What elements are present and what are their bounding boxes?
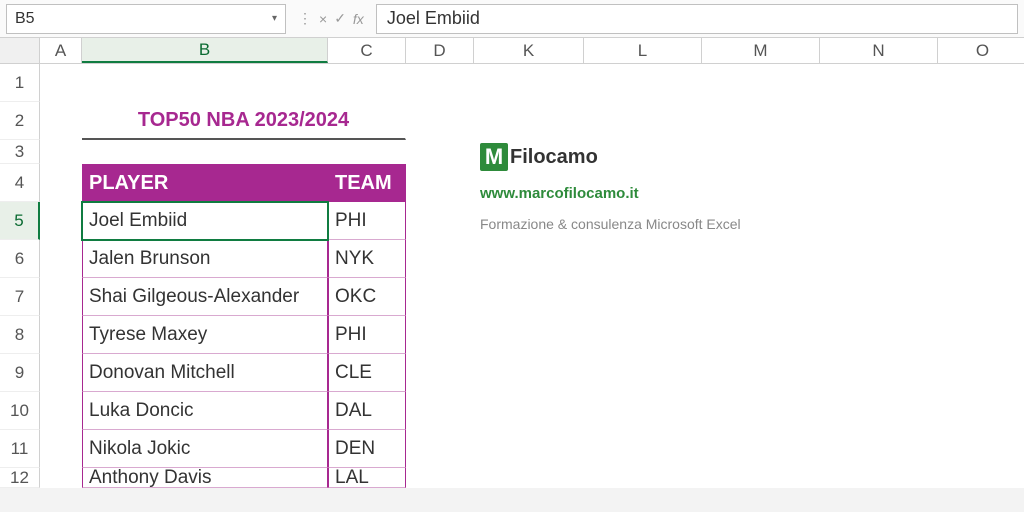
formula-bar: B5 ▾ ⋮ × ✓ fx Joel Embiid [0,0,1024,38]
title-cell[interactable]: TOP50 NBA 2023/2024 [82,102,406,140]
column-header[interactable]: A [40,38,82,63]
player-cell[interactable]: Nikola Jokic [82,430,328,468]
row-header[interactable]: 10 [0,392,40,430]
row-header[interactable]: 2 [0,102,40,140]
table-row: Luka DoncicDAL [40,392,1024,430]
team-cell[interactable]: DEN [328,430,406,468]
player-cell[interactable]: Tyrese Maxey [82,316,328,354]
team-cell[interactable]: PHI [328,202,406,240]
column-header[interactable]: C [328,38,406,63]
row-header[interactable]: 8 [0,316,40,354]
table-row: Tyrese MaxeyPHI [40,316,1024,354]
formula-controls: ⋮ × ✓ fx [290,10,372,27]
cell[interactable] [40,140,82,164]
cell-reference: B5 [15,10,35,28]
logo-text: Filocamo [510,146,598,169]
column-header[interactable]: N [820,38,938,63]
column-header[interactable]: K [474,38,584,63]
fx-icon[interactable]: fx [351,11,366,27]
team-cell[interactable]: NYK [328,240,406,278]
player-cell[interactable]: Luka Doncic [82,392,328,430]
cell[interactable] [40,278,82,316]
team-cell[interactable]: OKC [328,278,406,316]
row-header[interactable]: 6 [0,240,40,278]
table-header-team[interactable]: TEAM [328,164,406,202]
row-header[interactable]: 4 [0,164,40,202]
column-header[interactable]: B [82,38,328,63]
row-header[interactable]: 11 [0,430,40,468]
formula-value: Joel Embiid [387,8,480,29]
table-row: Anthony DavisLAL [40,468,1024,488]
table-row: Donovan MitchellCLE [40,354,1024,392]
cell[interactable] [40,354,82,392]
player-cell[interactable]: Shai Gilgeous-Alexander [82,278,328,316]
name-box[interactable]: B5 ▾ [6,4,286,34]
cell[interactable] [40,164,82,202]
cell[interactable] [40,64,82,102]
row-header[interactable]: 1 [0,64,40,102]
row-header[interactable]: 5 [0,202,40,240]
grid-area: ABCDKLMNO TOP50 NBA 2023/2024 PLAYER [40,38,1024,488]
column-header[interactable]: D [406,38,474,63]
row-headers: 123456789101112 [0,38,40,488]
player-cell[interactable]: Anthony Davis [82,468,328,488]
row-header[interactable]: 12 [0,468,40,488]
cell[interactable] [40,392,82,430]
table-row: Nikola JokicDEN [40,430,1024,468]
spreadsheet-grid: 123456789101112 ABCDKLMNO TOP50 NBA 2023… [0,38,1024,488]
table-row: Shai Gilgeous-AlexanderOKC [40,278,1024,316]
player-cell[interactable]: Donovan Mitchell [82,354,328,392]
team-cell[interactable]: CLE [328,354,406,392]
logo-icon: M [480,143,508,171]
divider-icon: ⋮ [296,10,314,27]
tagline: Formazione & consulenza Microsoft Excel [480,216,741,232]
row-header[interactable]: 9 [0,354,40,392]
cell[interactable] [40,240,82,278]
team-cell[interactable]: LAL [328,468,406,488]
cancel-icon[interactable]: × [317,11,329,27]
row-header[interactable]: 3 [0,140,40,164]
column-headers: ABCDKLMNO [40,38,1024,64]
column-header[interactable]: O [938,38,1024,63]
confirm-icon[interactable]: ✓ [332,10,348,27]
row-header[interactable]: 7 [0,278,40,316]
logo: M Filocamo [480,143,741,171]
table-row: Jalen BrunsonNYK [40,240,1024,278]
select-all-corner[interactable] [0,38,40,64]
cell[interactable] [82,64,328,102]
column-header[interactable]: L [584,38,702,63]
website-url: www.marcofilocamo.it [480,185,741,202]
grid-body[interactable]: TOP50 NBA 2023/2024 PLAYER TEAM Joel Emb… [40,64,1024,488]
cell[interactable] [40,468,82,488]
cell[interactable] [40,102,82,140]
column-header[interactable]: M [702,38,820,63]
player-cell[interactable]: Jalen Brunson [82,240,328,278]
cell[interactable] [40,316,82,354]
team-cell[interactable]: DAL [328,392,406,430]
cell[interactable] [40,430,82,468]
table-header-player[interactable]: PLAYER [82,164,328,202]
chevron-down-icon[interactable]: ▾ [272,13,277,24]
player-cell[interactable]: Joel Embiid [82,202,328,240]
formula-input[interactable]: Joel Embiid [376,4,1018,34]
cell[interactable] [40,202,82,240]
team-cell[interactable]: PHI [328,316,406,354]
branding-overlay: M Filocamo www.marcofilocamo.it Formazio… [480,143,741,232]
